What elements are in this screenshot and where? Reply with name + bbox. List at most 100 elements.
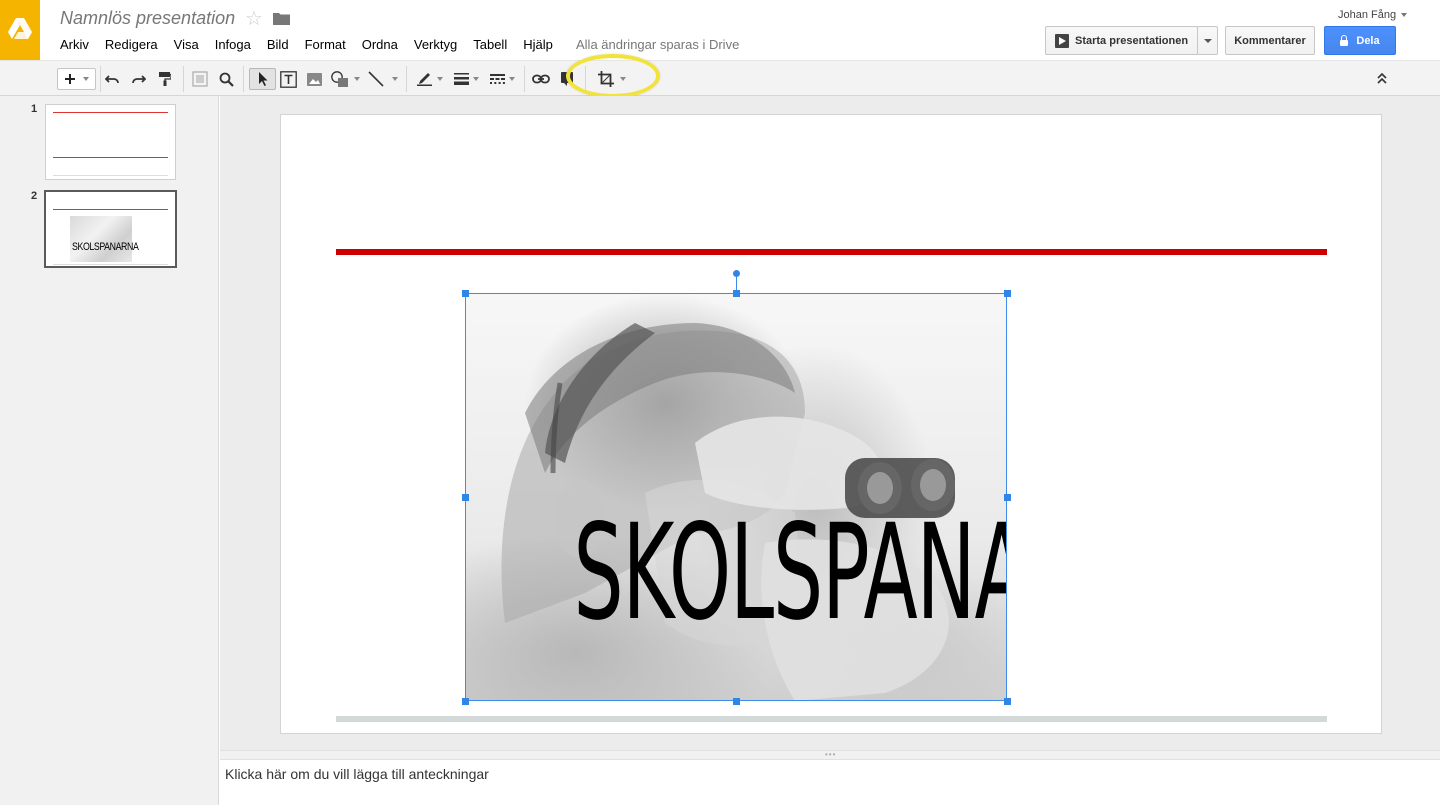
thumb-title-line <box>53 209 168 210</box>
collapse-icon[interactable] <box>1376 71 1388 85</box>
toolbar-separator <box>406 66 407 92</box>
chevron-down-icon <box>437 77 443 81</box>
toolbar-separator <box>100 66 101 92</box>
rotate-handle[interactable] <box>733 270 740 277</box>
zoom-button[interactable] <box>216 68 236 90</box>
paint-format-icon <box>159 72 171 86</box>
chevron-down-icon <box>508 77 515 81</box>
chevron-down-icon <box>620 77 626 81</box>
menu-tabell[interactable]: Tabell <box>473 37 507 53</box>
menu-visa[interactable]: Visa <box>174 37 199 53</box>
menu-ordna[interactable]: Ordna <box>362 37 398 53</box>
toolbar-separator <box>183 66 184 92</box>
resize-handle-top-left[interactable] <box>462 290 469 297</box>
line-icon <box>368 71 384 87</box>
thumb-divider-line <box>53 157 168 158</box>
start-presentation-label: Starta presentationen <box>1075 34 1189 47</box>
thumb-image-text: SKOLSPANARNA <box>72 241 139 253</box>
border-weight-button[interactable] <box>450 68 482 90</box>
toolbar-separator <box>243 66 244 92</box>
comments-button[interactable]: Kommentarer <box>1225 26 1315 55</box>
drive-logo[interactable] <box>0 0 40 60</box>
new-slide-button[interactable] <box>57 68 96 90</box>
slide-footer-line[interactable] <box>336 716 1327 722</box>
start-presentation-button[interactable]: Starta presentationen <box>1045 26 1198 55</box>
comment-button[interactable] <box>558 68 576 90</box>
text-box-icon <box>279 70 297 88</box>
menu-infoga[interactable]: Infoga <box>215 37 251 53</box>
border-color-icon <box>417 73 432 86</box>
crop-button[interactable] <box>592 68 632 90</box>
insert-link-button[interactable] <box>530 68 552 90</box>
undo-button[interactable] <box>103 68 121 90</box>
zoom-icon <box>219 72 234 87</box>
resize-handle-bottom-right[interactable] <box>1004 698 1011 705</box>
chevron-down-icon <box>354 77 360 81</box>
resize-handle-right[interactable] <box>1004 494 1011 501</box>
crop-icon <box>598 71 614 87</box>
resize-handle-bottom[interactable] <box>733 698 740 705</box>
save-status: Alla ändringar sparas i Drive <box>576 37 740 52</box>
menu-arkiv[interactable]: Arkiv <box>60 37 89 53</box>
menu-redigera[interactable]: Redigera <box>105 37 158 53</box>
redo-button[interactable] <box>130 68 148 90</box>
slide-thumbnail-2[interactable]: SKOLSPANARNA <box>44 190 177 268</box>
slide-number: 1 <box>31 103 38 115</box>
fit-button[interactable] <box>190 68 210 90</box>
insert-image-button[interactable] <box>304 68 324 90</box>
resize-handle-top-right[interactable] <box>1004 290 1011 297</box>
slide-number: 2 <box>31 190 38 202</box>
user-name-label: Johan Fång <box>1338 9 1397 21</box>
undo-icon <box>105 75 119 84</box>
shape-button[interactable] <box>329 68 361 90</box>
account-menu[interactable]: Johan Fång <box>1338 9 1408 21</box>
thumb-footer-line <box>53 264 168 265</box>
line-button[interactable] <box>366 68 400 90</box>
thumb-title-line <box>53 112 168 113</box>
select-icon <box>258 72 267 86</box>
document-title[interactable]: Namnlös presentation <box>60 8 235 29</box>
slide-title-line[interactable] <box>336 249 1327 255</box>
resize-handle-bottom-left[interactable] <box>462 698 469 705</box>
resize-handle-top[interactable] <box>733 290 740 297</box>
thumb-footer-line <box>53 175 168 176</box>
chevron-down-icon <box>392 77 398 81</box>
menu-hjalp[interactable]: Hjälp <box>523 37 553 53</box>
text-box-button[interactable] <box>278 68 298 90</box>
slide-image[interactable]: SKOLSPANARNA <box>465 293 1007 701</box>
border-dash-icon <box>489 74 505 84</box>
slide-thumbnail-1[interactable] <box>45 104 176 180</box>
chevron-down-icon <box>472 77 479 81</box>
border-dash-button[interactable] <box>486 68 518 90</box>
border-weight-icon <box>453 73 469 85</box>
chevron-down-icon <box>1401 13 1408 18</box>
menu-format[interactable]: Format <box>305 37 346 53</box>
toolbar-separator <box>524 66 525 92</box>
drive-logo-icon <box>8 18 32 39</box>
image-icon <box>306 72 322 86</box>
resize-handle-left[interactable] <box>462 494 469 501</box>
menu-bar: Arkiv Redigera Visa Infoga Bild Format O… <box>60 37 569 53</box>
menu-bild[interactable]: Bild <box>267 37 289 53</box>
paint-format-button[interactable] <box>156 68 174 90</box>
menu-verktyg[interactable]: Verktyg <box>414 37 457 53</box>
comment-icon <box>561 72 573 86</box>
image-text-skolspanarna: SKOLSPANARNA <box>573 496 1007 650</box>
fit-icon <box>192 71 208 87</box>
chevron-down-icon <box>82 77 89 81</box>
border-color-button[interactable] <box>414 68 446 90</box>
toolbar <box>0 60 1440 96</box>
share-button[interactable]: Dela <box>1324 26 1396 55</box>
folder-icon[interactable] <box>273 12 290 25</box>
star-icon[interactable]: ☆ <box>245 8 263 30</box>
link-icon <box>532 74 550 84</box>
new-slide-icon <box>64 74 75 84</box>
redo-icon <box>132 75 146 84</box>
drag-handle-icon: ••• <box>825 750 837 759</box>
lock-icon <box>1340 34 1349 46</box>
comments-label: Kommentarer <box>1234 34 1306 47</box>
select-tool-button[interactable] <box>249 68 276 90</box>
speaker-notes-placeholder: Klicka här om du vill lägga till anteckn… <box>225 766 489 782</box>
presentation-options-dropdown[interactable] <box>1197 26 1218 55</box>
play-icon <box>1055 33 1069 48</box>
